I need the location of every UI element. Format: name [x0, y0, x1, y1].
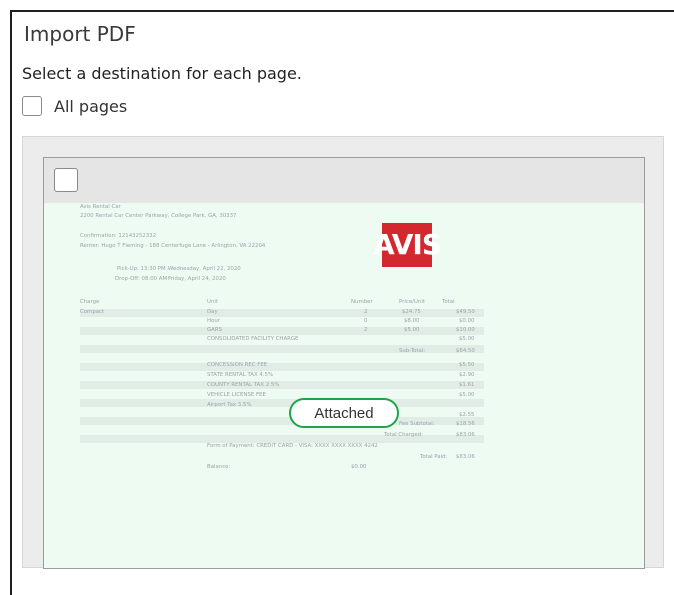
- row-unit: VEHICLE LICENSE FEE: [207, 392, 266, 398]
- row-unit: Day: [207, 309, 218, 315]
- col-header-price: Price/Unit: [399, 299, 425, 305]
- row-band: [80, 309, 484, 317]
- row-price: Sub-Total:: [399, 348, 426, 354]
- all-pages-checkbox[interactable]: [22, 96, 42, 116]
- col-header-charge: Charge: [80, 299, 100, 305]
- row-charge: Compact: [80, 309, 105, 315]
- pickup-label: Pick-Up: 13:30 PM -: [117, 266, 170, 272]
- row-total: $64.50: [456, 348, 475, 354]
- row-total: $2.90: [459, 372, 475, 378]
- col-header-number: Number: [351, 299, 373, 305]
- row-band: [80, 435, 484, 443]
- avis-logo: AVIS: [373, 223, 442, 267]
- col-header-total: Total: [442, 299, 455, 305]
- row-price: $5.00: [404, 327, 420, 333]
- fee-subtotal: $18.56: [456, 421, 475, 427]
- attached-status-badge[interactable]: Attached: [289, 398, 399, 428]
- total-charged-label: Total Charged:: [384, 432, 423, 438]
- balance-label: Balance:: [207, 464, 231, 470]
- page-card[interactable]: Avis Rental Car 2200 Rental Car Center P…: [43, 157, 645, 569]
- row-number: 2: [364, 309, 368, 315]
- row-number: 0: [364, 318, 368, 324]
- receipt-renter: Renter: Hugo T Fleming - 188 Centerfuge …: [80, 243, 266, 249]
- total-charged: $83.06: [456, 432, 475, 438]
- all-pages-control[interactable]: All pages: [22, 96, 127, 116]
- receipt-company: Avis Rental Car: [80, 204, 121, 210]
- row-total: $10.00: [456, 327, 475, 333]
- row-price: $8.00: [404, 318, 420, 324]
- balance: $0.00: [351, 464, 367, 470]
- row-unit: COUNTY RENTAL TAX 2.5%: [207, 382, 280, 388]
- row-total: $1.61: [459, 382, 475, 388]
- row-band: [80, 363, 484, 371]
- row-total: $49.50: [456, 309, 475, 315]
- receipt-confirmation: Confirmation: 12143252332: [80, 233, 157, 239]
- row-unit: STATE RENTAL TAX 4.5%: [207, 372, 274, 378]
- dropoff-date: Friday, April 24, 2020: [168, 276, 226, 282]
- all-pages-label[interactable]: All pages: [54, 97, 127, 116]
- row-price: $24.75: [402, 309, 421, 315]
- row-band: [80, 381, 484, 389]
- total-paid-label: Total Paid:: [420, 454, 448, 460]
- page-card-header: [44, 158, 644, 204]
- fee-subtotal-label: Fee Subtotal:: [399, 421, 435, 427]
- receipt-address: 2200 Rental Car Center Parkway, College …: [80, 213, 237, 219]
- row-total: $2.55: [459, 412, 475, 418]
- pdf-page-preview[interactable]: Avis Rental Car 2200 Rental Car Center P…: [44, 203, 644, 568]
- row-total: $5.00: [459, 392, 475, 398]
- dialog-subtitle: Select a destination for each page.: [22, 64, 302, 83]
- row-total: $5.00: [459, 336, 475, 342]
- row-total: $5.50: [459, 362, 475, 368]
- pickup-date: Wednesday, April 22, 2020: [168, 266, 241, 272]
- row-unit: Hour: [207, 318, 220, 324]
- row-unit: Airport Tax 3.5%: [207, 402, 252, 408]
- row-unit: CONSOLIDATED FACILITY CHARGE: [207, 336, 299, 342]
- row-total: $0.00: [459, 318, 475, 324]
- dropoff-label: Drop-Off: 08:00 AM -: [115, 276, 171, 282]
- row-band: [80, 327, 484, 335]
- row-number: 2: [364, 327, 368, 333]
- row-band: [80, 399, 484, 407]
- dialog-title: Import PDF: [24, 22, 136, 46]
- col-header-unit: Unit: [207, 299, 218, 305]
- pages-panel: Avis Rental Car 2200 Rental Car Center P…: [22, 136, 664, 569]
- payment-method: Form of Payment: CREDIT CARD - VISA: XXX…: [207, 443, 378, 449]
- row-unit: CONCESSION REC FEE: [207, 362, 268, 368]
- row-unit: GARS: [207, 327, 223, 333]
- total-paid: $83.06: [456, 454, 475, 460]
- page-select-checkbox[interactable]: [54, 168, 78, 192]
